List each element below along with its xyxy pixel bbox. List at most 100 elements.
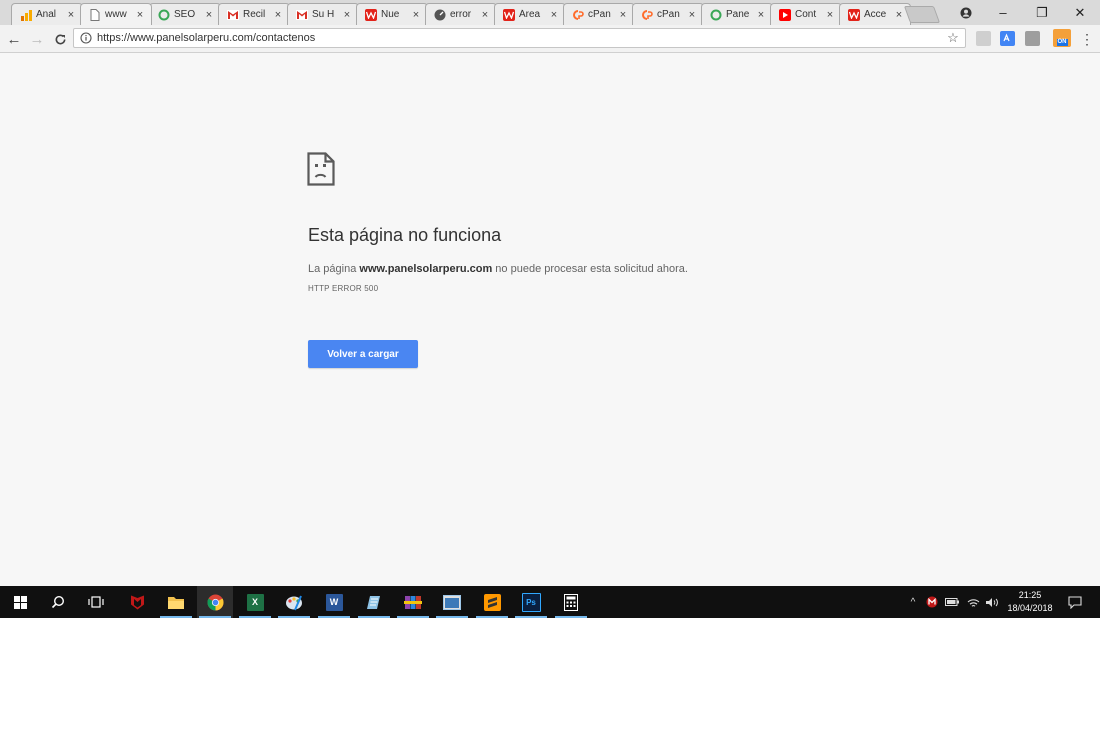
tab-close-icon[interactable]: ×	[273, 9, 283, 21]
browser-tab[interactable]: Recil ×	[218, 3, 290, 25]
search-button[interactable]	[40, 586, 76, 618]
google-translate-icon[interactable]	[1000, 31, 1015, 46]
browser-tab[interactable]: Acce ×	[839, 3, 911, 25]
browser-tab[interactable]: Área ×	[494, 3, 566, 25]
tab-close-icon[interactable]: ×	[825, 9, 835, 21]
wifi-tray-icon[interactable]	[964, 586, 982, 618]
reload-button[interactable]	[50, 29, 70, 49]
notification-icon	[1068, 595, 1082, 609]
close-window-button[interactable]: ✕	[1062, 0, 1098, 25]
browser-tab[interactable]: SEO ×	[149, 3, 221, 25]
tab-close-icon[interactable]: ×	[66, 9, 76, 21]
window-app-icon	[443, 594, 461, 610]
browser-tab[interactable]: cPan ×	[632, 3, 704, 25]
bookmark-star-icon[interactable]: ☆	[945, 30, 961, 46]
file-explorer-button[interactable]	[158, 586, 194, 618]
browser-tab[interactable]: Su H ×	[287, 3, 359, 25]
cpanel-icon	[641, 9, 653, 21]
tab-title: www	[105, 9, 127, 20]
tab-close-icon[interactable]: ×	[687, 9, 697, 21]
menu-dots-icon: ⋮	[1080, 30, 1094, 47]
calculator-icon	[564, 593, 578, 611]
url-input[interactable]	[97, 30, 945, 46]
message-prefix: La página	[308, 263, 360, 275]
tab-close-icon[interactable]: ×	[342, 9, 352, 21]
tab-close-icon[interactable]: ×	[618, 9, 628, 21]
windows-icon	[13, 595, 27, 609]
tab-title: error	[450, 9, 472, 20]
battery-tray-icon[interactable]	[943, 586, 961, 618]
clock-time: 21:25	[1018, 590, 1042, 600]
tab-title: Acce	[864, 9, 887, 20]
tab-close-icon[interactable]: ×	[756, 9, 766, 21]
word-icon: W	[325, 593, 343, 611]
show-hidden-icons-button[interactable]: ^	[905, 586, 921, 618]
mcafee-tray-icon[interactable]	[924, 586, 940, 618]
tab-title: Nue	[381, 9, 400, 20]
on-extension-icon[interactable]: ON	[1053, 29, 1071, 47]
start-button[interactable]	[2, 586, 38, 618]
tab-close-icon[interactable]: ×	[135, 9, 145, 21]
chrome-taskbar-button[interactable]	[197, 586, 233, 618]
tab-strip: Anal × www × SEO × Recil × Su H × Nue × error × Área × c…	[0, 0, 1100, 25]
tab-close-icon[interactable]: ×	[480, 9, 490, 21]
error-code: HTTP ERROR 500	[308, 284, 379, 293]
volume-tray-icon[interactable]	[983, 586, 1001, 618]
folder-icon	[168, 596, 184, 609]
profile-icon	[960, 7, 972, 18]
reload-icon	[55, 34, 65, 44]
reload-page-button[interactable]: Volver a cargar	[308, 340, 418, 368]
photoshop-taskbar-button[interactable]: Ps	[513, 586, 549, 618]
task-view-icon	[88, 596, 104, 608]
browser-toolbar: ← → ☆ ON ⋮	[0, 25, 1100, 53]
chevron-up-icon: ^	[910, 596, 916, 608]
puzzle-extension-icon[interactable]	[1025, 31, 1040, 46]
error-domain: www.panelsolarperu.com	[359, 263, 493, 275]
window-app-taskbar-button[interactable]	[434, 586, 470, 618]
error-heading: Esta página no funciona	[308, 225, 502, 245]
sublime-text-icon	[483, 593, 501, 611]
minimize-icon: –	[999, 5, 1007, 20]
tab-title: cPan	[588, 9, 611, 20]
forward-button[interactable]: →	[27, 29, 47, 49]
extension-page-icon[interactable]	[976, 31, 991, 46]
browser-tab[interactable]: Anal ×	[11, 3, 83, 25]
word-taskbar-button[interactable]: W	[316, 586, 352, 618]
chrome-menu-button[interactable]: ⋮	[1077, 29, 1097, 49]
close-icon: ✕	[1074, 4, 1086, 20]
tab-close-icon[interactable]: ×	[894, 9, 904, 21]
browser-tab[interactable]: Pane ×	[701, 3, 773, 25]
winrar-taskbar-button[interactable]	[395, 586, 431, 618]
search-icon	[51, 595, 65, 609]
tab-close-icon[interactable]: ×	[549, 9, 559, 21]
tab-title: Cont	[795, 9, 817, 20]
w-icon	[365, 8, 377, 21]
info-icon[interactable]	[79, 31, 93, 45]
tab-title: Área	[519, 9, 541, 20]
system-clock[interactable]: 21:25 18/04/2018	[1003, 589, 1057, 615]
tab-title: Recil	[243, 9, 266, 20]
address-bar[interactable]: ☆	[73, 28, 966, 48]
profile-button[interactable]	[948, 0, 984, 25]
mcafee-taskbar-button[interactable]	[119, 586, 155, 618]
restore-button[interactable]: ❐	[1024, 0, 1060, 25]
browser-tab[interactable]: error ×	[425, 3, 497, 25]
sublime-taskbar-button[interactable]	[474, 586, 510, 618]
tab-close-icon[interactable]: ×	[204, 9, 214, 21]
green-refresh-icon	[710, 9, 722, 21]
browser-tab[interactable]: Cont ×	[770, 3, 842, 25]
back-button[interactable]: ←	[4, 29, 24, 49]
paint-taskbar-button[interactable]	[276, 586, 312, 618]
browser-tab[interactable]: Nue ×	[356, 3, 428, 25]
action-center-button[interactable]	[1064, 586, 1086, 618]
notes-taskbar-button[interactable]	[356, 586, 392, 618]
minimize-button[interactable]: –	[985, 0, 1021, 25]
browser-tab[interactable]: cPan ×	[563, 3, 635, 25]
calculator-taskbar-button[interactable]	[553, 586, 589, 618]
browser-tab[interactable]: www ×	[80, 3, 152, 25]
tab-close-icon[interactable]: ×	[411, 9, 421, 21]
youtube-icon	[779, 8, 791, 21]
excel-taskbar-button[interactable]: X	[237, 586, 273, 618]
task-view-button[interactable]	[78, 586, 114, 618]
new-tab-button[interactable]	[903, 6, 941, 23]
